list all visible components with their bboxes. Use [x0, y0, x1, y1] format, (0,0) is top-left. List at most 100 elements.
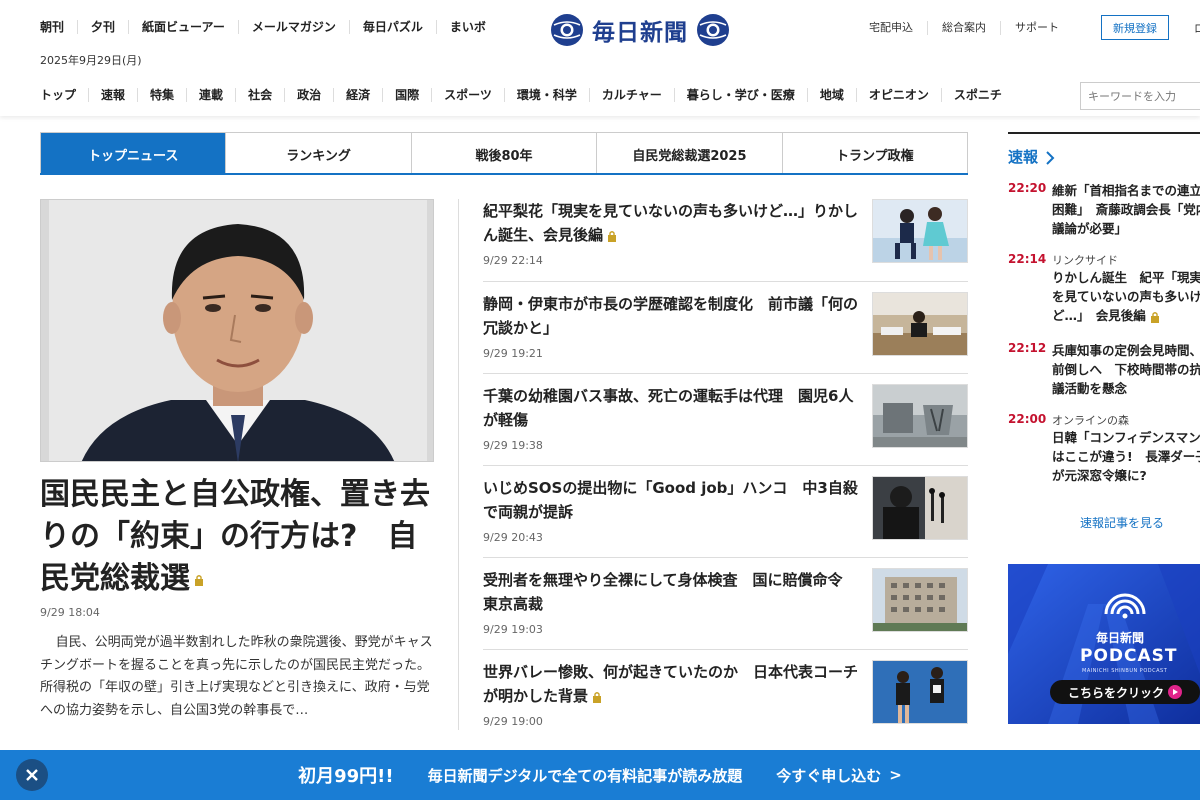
- news-item-thumbnail[interactable]: [872, 476, 968, 540]
- news-item[interactable]: 静岡・伊東市が市長の学歴確認を制度化 前市議「何の冗談かと」 9/29 19:2…: [483, 281, 968, 373]
- podcast-banner[interactable]: 毎日新聞 PODCAST MAINICHI SHINBUN PODCAST こち…: [1008, 564, 1200, 724]
- nav-item-economy[interactable]: 経済: [333, 88, 382, 102]
- news-item-title[interactable]: 千葉の幼稚園バス事故、死亡の運転手は代理 園児6人が軽傷: [483, 384, 858, 432]
- more-flash-news-link[interactable]: 速報記事を見る: [1080, 514, 1164, 531]
- nav-item-society[interactable]: 社会: [235, 88, 284, 102]
- top-link-puzzle[interactable]: 毎日パズル: [348, 20, 436, 34]
- main-article-photo[interactable]: [40, 199, 434, 462]
- logo-emblem-right-icon: [697, 14, 729, 46]
- nav-item-sponichi[interactable]: スポニチ: [940, 88, 1014, 102]
- flash-time: 22:12: [1008, 341, 1047, 355]
- login-link[interactable]: ロ: [1194, 20, 1200, 36]
- news-item[interactable]: 千葉の幼稚園バス事故、死亡の運転手は代理 園児6人が軽傷 9/29 19:38: [483, 373, 968, 465]
- podcast-cta-label: こちらをクリック: [1067, 685, 1164, 700]
- council-image: [873, 293, 967, 355]
- court-building-image: [873, 569, 967, 631]
- nav-item-series[interactable]: 連載: [186, 88, 235, 102]
- news-item-title[interactable]: いじめSOSの提出物に「Good job」ハンコ 中3自殺で両親が提訴: [483, 476, 858, 524]
- main-article-title-text: 国民民主と自公政権、置き去りの「約束」の行方は? 自民党総裁選: [40, 477, 430, 596]
- logo-text: 毎日新聞: [592, 19, 688, 46]
- news-item-date: 9/29 19:03: [483, 623, 543, 636]
- flash-title-text: りかしん誕生 紀平「現実を見ていないの声も多いけど…」 会見後編: [1052, 270, 1200, 323]
- portrait-image: [41, 200, 433, 461]
- tab-postwar-80[interactable]: 戦後80年: [410, 133, 596, 175]
- site-header: 朝刊 夕刊 紙面ビューアー メールマガジン 毎日パズル まいボ 2025年9月2…: [0, 0, 1200, 116]
- logo-emblem-left-icon: [551, 14, 583, 46]
- news-item[interactable]: 紀平梨花「現実を見ていないの声も多いけど…」りかしん誕生、会見後編 9/29 2…: [483, 199, 968, 291]
- skaters-image: [873, 200, 967, 262]
- flash-title[interactable]: 兵庫知事の定例会見時間、前倒しへ 下校時間帯の抗議活動を懸念: [1052, 341, 1200, 398]
- top-link-viewer[interactable]: 紙面ビューアー: [128, 20, 238, 34]
- flash-time: 22:14: [1008, 252, 1047, 266]
- nav-item-top[interactable]: トップ: [40, 88, 88, 102]
- news-item[interactable]: 世界バレー惨敗、何が起きていたのか 日本代表コーチが明かした背景 9/29 19…: [483, 649, 968, 741]
- delivery-link[interactable]: 宅配申込: [869, 21, 927, 35]
- podcast-cta-button[interactable]: こちらをクリック: [1050, 680, 1200, 704]
- nav-item-life[interactable]: 暮らし・学び・医療: [673, 88, 807, 102]
- news-item[interactable]: 受刑者を無理やり全裸にして身体検査 国に賠償命令 東京高裁 9/29 19:03: [483, 557, 968, 649]
- volleyball-image: [873, 661, 967, 723]
- nav-item-science[interactable]: 環境・科学: [503, 88, 589, 102]
- top-link-newsletter[interactable]: メールマガジン: [237, 20, 349, 34]
- support-link[interactable]: サポート: [1000, 21, 1073, 35]
- nav-item-culture[interactable]: カルチャー: [588, 88, 674, 102]
- nav-item-international[interactable]: 国際: [382, 88, 431, 102]
- nav-item-opinion[interactable]: オピニオン: [855, 88, 941, 102]
- nav-item-features[interactable]: 特集: [137, 88, 186, 102]
- utility-links: 宅配申込 総合案内 サポート: [869, 21, 1073, 35]
- tab-top-news[interactable]: トップニュース: [41, 133, 226, 175]
- chevron-right-icon: [1046, 150, 1055, 165]
- top-link-morning[interactable]: 朝刊: [40, 20, 77, 34]
- flash-news-heading[interactable]: 速報: [1008, 132, 1200, 167]
- top-links: 朝刊 夕刊 紙面ビューアー メールマガジン 毎日パズル まいボ: [40, 20, 499, 34]
- news-item-thumbnail[interactable]: [872, 384, 968, 448]
- news-item-title[interactable]: 受刑者を無理やり全裸にして身体検査 国に賠償命令 東京高裁: [483, 568, 858, 616]
- flash-title[interactable]: 維新「首相指名までの連立困難」 斎藤政調会長「党内議論が必要」: [1052, 181, 1200, 238]
- news-item-date: 9/29 19:00: [483, 715, 543, 728]
- news-item-title[interactable]: 静岡・伊東市が市長の学歴確認を制度化 前市議「何の冗談かと」: [483, 292, 858, 340]
- news-item-thumbnail[interactable]: [872, 660, 968, 724]
- nav-item-flash[interactable]: 速報: [88, 88, 137, 102]
- close-icon: [26, 769, 38, 781]
- nav-item-politics[interactable]: 政治: [284, 88, 333, 102]
- news-item-thumbnail[interactable]: [872, 199, 968, 263]
- flash-title[interactable]: りかしん誕生 紀平「現実を見ていないの声も多いけど…」 会見後編: [1052, 268, 1200, 325]
- banner-cta[interactable]: 今すぐ申し込む: [776, 765, 881, 786]
- news-item-date: 9/29 19:38: [483, 439, 543, 452]
- category-nav: トップ 速報 特集 連載 社会 政治 経済 国際 スポーツ 環境・科学 カルチャ…: [40, 88, 1014, 102]
- flash-time: 22:00: [1008, 412, 1047, 426]
- news-item-thumbnail[interactable]: [872, 568, 968, 632]
- podcast-title: PODCAST: [1080, 646, 1178, 666]
- banner-message: 毎日新聞デジタルで全ての有料記事が読み放題: [427, 766, 743, 785]
- press-conference-image: [873, 477, 967, 539]
- play-icon: [1168, 685, 1182, 699]
- guide-link[interactable]: 総合案内: [927, 21, 1000, 35]
- tab-ranking[interactable]: ランキング: [225, 133, 410, 175]
- news-item-title[interactable]: 紀平梨花「現実を見ていないの声も多いけど…」りかしん誕生、会見後編: [483, 199, 858, 247]
- current-date: 2025年9月29日(月): [40, 54, 142, 67]
- podcast-brand: 毎日新聞: [1096, 631, 1145, 645]
- close-banner-button[interactable]: [16, 759, 48, 791]
- tab-trump[interactable]: トランプ政権: [781, 133, 967, 175]
- news-item-thumbnail[interactable]: [872, 292, 968, 356]
- main-article-title[interactable]: 国民民主と自公政権、置き去りの「約束」の行方は? 自民党総裁選: [40, 474, 434, 600]
- tab-underline: [40, 173, 968, 175]
- nav-item-region[interactable]: 地域: [806, 88, 856, 102]
- search-input[interactable]: [1080, 82, 1200, 110]
- news-item-title[interactable]: 世界バレー惨敗、何が起きていたのか 日本代表コーチが明かした背景: [483, 660, 858, 708]
- news-item-date: 9/29 22:14: [483, 254, 543, 267]
- register-button[interactable]: 新規登録: [1101, 15, 1169, 40]
- flash-news-heading-text: 速報: [1008, 148, 1039, 166]
- top-link-maibo[interactable]: まいボ: [435, 20, 499, 34]
- banner-price: 初月99円!!: [298, 766, 394, 787]
- tab-ldp-election[interactable]: 自民党総裁選2025: [596, 133, 781, 175]
- subscription-banner[interactable]: 初月99円!! 毎日新聞デジタルで全ての有料記事が読み放題 今すぐ申し込む >: [0, 750, 1200, 800]
- top-link-evening[interactable]: 夕刊: [77, 20, 128, 34]
- lock-icon: [593, 691, 602, 703]
- flash-title[interactable]: 日韓「コンフィデンスマン」はここが違う! 長澤ダー子が元深窓令嬢に?: [1052, 428, 1200, 485]
- news-item-title-text: 世界バレー惨敗、何が起きていたのか 日本代表コーチが明かした背景: [483, 663, 859, 705]
- news-item[interactable]: いじめSOSの提出物に「Good job」ハンコ 中3自殺で両親が提訴 9/29…: [483, 465, 968, 557]
- site-logo[interactable]: 毎日新聞: [550, 12, 730, 48]
- news-tabs: トップニュース ランキング 戦後80年 自民党総裁選2025 トランプ政権: [40, 132, 968, 175]
- nav-item-sports[interactable]: スポーツ: [431, 88, 504, 102]
